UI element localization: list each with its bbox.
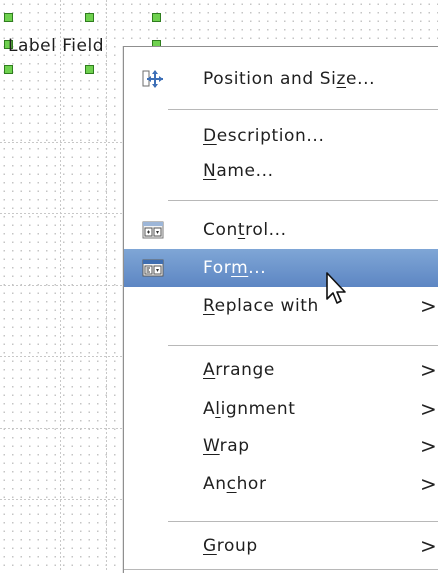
grid-guide — [106, 0, 107, 572]
menu-item-description[interactable]: Description... — [124, 117, 438, 155]
menu-item-label: Group — [203, 536, 258, 556]
menu-item-label: Position and Size... — [203, 69, 376, 89]
menu-item-label: Replace with — [203, 296, 319, 316]
menu-separator — [124, 569, 438, 570]
menu-item-anchor[interactable]: Anchor > — [124, 465, 438, 503]
menu-item-replace-with[interactable]: Replace with > — [124, 287, 438, 325]
grid-guide — [0, 499, 130, 500]
menu-item-alignment[interactable]: Alignment > — [124, 390, 438, 428]
menu-item-arrange[interactable]: Arrange > — [124, 351, 438, 389]
selection-handle[interactable] — [4, 13, 13, 22]
selection-handle[interactable] — [4, 65, 13, 74]
menu-separator — [168, 521, 438, 522]
menu-item-name[interactable]: Name... — [124, 152, 438, 190]
grid-guide — [0, 213, 130, 214]
grid-guide — [0, 142, 130, 143]
position-size-icon — [142, 70, 163, 88]
menu-item-label: Wrap — [203, 436, 250, 456]
menu-item-form[interactable]: Form... — [124, 249, 438, 287]
menu-separator — [168, 109, 438, 110]
form-icon — [142, 259, 164, 277]
chevron-right-icon: > — [420, 397, 438, 421]
label-field[interactable]: Label Field — [8, 36, 104, 56]
control-icon — [142, 221, 164, 239]
menu-item-label: Arrange — [203, 360, 275, 380]
chevron-right-icon: > — [420, 472, 438, 496]
menu-separator — [168, 200, 438, 201]
grid-guide — [0, 428, 130, 429]
menu-item-label: Control... — [203, 220, 287, 240]
menu-item-control[interactable]: Control... — [124, 211, 438, 249]
selection-handle[interactable] — [85, 65, 94, 74]
menu-separator — [168, 345, 438, 346]
chevron-right-icon: > — [420, 434, 438, 458]
chevron-right-icon: > — [420, 294, 438, 318]
grid-guide — [60, 0, 61, 572]
chevron-right-icon: > — [420, 358, 438, 382]
mouse-cursor-icon — [326, 272, 346, 304]
chevron-right-icon: > — [420, 534, 438, 558]
menu-item-label: Alignment — [203, 399, 296, 419]
selection-handle[interactable] — [85, 13, 94, 22]
grid-guide — [0, 285, 130, 286]
menu-item-wrap[interactable]: Wrap > — [124, 427, 438, 465]
menu-item-position-and-size[interactable]: Position and Size... — [124, 60, 438, 98]
context-menu: Position and Size... Description... Name… — [123, 46, 438, 573]
menu-item-label: Description... — [203, 126, 325, 146]
menu-item-label: Form... — [203, 258, 267, 278]
menu-item-label: Anchor — [203, 474, 267, 494]
menu-item-label: Name... — [203, 161, 274, 181]
grid-guide — [0, 356, 130, 357]
selection-handle[interactable] — [152, 13, 161, 22]
menu-item-group[interactable]: Group > — [124, 527, 438, 565]
